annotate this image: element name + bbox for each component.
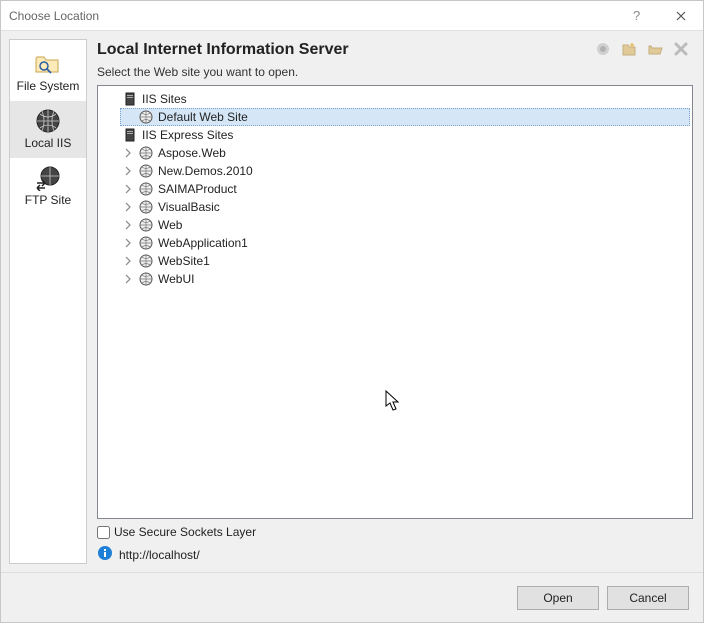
cancel-button[interactable]: Cancel bbox=[607, 586, 689, 610]
tree-node-iis-express-sites[interactable]: ▸ IIS Express Sites bbox=[104, 126, 690, 144]
dialog-window: Choose Location ? File System Local IIS bbox=[0, 0, 704, 623]
tree-node[interactable]: WebUI bbox=[120, 270, 690, 288]
chevron-right-icon[interactable] bbox=[122, 183, 134, 195]
chevron-right-icon[interactable] bbox=[122, 237, 134, 249]
sidebar-item-label: Local IIS bbox=[25, 137, 72, 150]
tree-node-label: Default Web Site bbox=[158, 108, 248, 126]
tree-node-iis-sites[interactable]: ▸ IIS Sites bbox=[104, 90, 690, 108]
chevron-right-icon[interactable] bbox=[122, 273, 134, 285]
titlebar: Choose Location ? bbox=[1, 1, 703, 31]
url-text: http://localhost/ bbox=[119, 548, 200, 562]
tree-node[interactable]: WebSite1 bbox=[120, 252, 690, 270]
main-title: Local Internet Information Server bbox=[97, 41, 349, 59]
sidebar-item-file-system[interactable]: File System bbox=[10, 44, 86, 101]
tree-node[interactable]: New.Demos.2010 bbox=[120, 162, 690, 180]
tree-node-label: Web bbox=[158, 216, 182, 234]
svg-text:?: ? bbox=[633, 9, 640, 23]
tree-node-label: IIS Express Sites bbox=[142, 126, 233, 144]
server-icon bbox=[122, 127, 138, 143]
open-folder-icon[interactable] bbox=[645, 39, 665, 59]
server-icon bbox=[122, 91, 138, 107]
tree-node-label: Aspose.Web bbox=[158, 144, 226, 162]
info-icon bbox=[97, 545, 113, 564]
dialog-body: File System Local IIS FTP Site Local Int… bbox=[1, 31, 703, 572]
chevron-right-icon[interactable] bbox=[122, 165, 134, 177]
globe-icon bbox=[138, 109, 154, 125]
sidebar-item-ftp-site[interactable]: FTP Site bbox=[10, 158, 86, 215]
chevron-right-icon[interactable] bbox=[122, 147, 134, 159]
tree-node[interactable]: SAIMAProduct bbox=[120, 180, 690, 198]
new-app-icon[interactable] bbox=[593, 39, 613, 59]
ssl-checkbox[interactable] bbox=[97, 526, 110, 539]
globe-grid-icon bbox=[34, 107, 62, 135]
sidebar-item-local-iis[interactable]: Local IIS bbox=[10, 101, 86, 158]
ssl-label: Use Secure Sockets Layer bbox=[114, 525, 256, 539]
tree-node-default-web-site[interactable]: ▸ Default Web Site bbox=[120, 108, 690, 126]
new-vdir-icon[interactable] bbox=[619, 39, 639, 59]
globe-icon bbox=[138, 271, 154, 287]
main-subtitle: Select the Web site you want to open. bbox=[97, 65, 693, 79]
ssl-checkbox-row[interactable]: Use Secure Sockets Layer bbox=[97, 525, 693, 539]
globe-icon bbox=[138, 253, 154, 269]
tree-node[interactable]: VisualBasic bbox=[120, 198, 690, 216]
toolbar bbox=[593, 39, 693, 59]
main-panel: Local Internet Information Server Select… bbox=[97, 39, 693, 564]
folder-search-icon bbox=[34, 50, 62, 78]
globe-icon bbox=[138, 145, 154, 161]
cancel-button-label: Cancel bbox=[629, 591, 666, 605]
globe-icon bbox=[138, 163, 154, 179]
tree-node-label: WebApplication1 bbox=[158, 234, 248, 252]
tree-node-label: SAIMAProduct bbox=[158, 180, 237, 198]
url-row: http://localhost/ bbox=[97, 545, 693, 564]
options-area: Use Secure Sockets Layer http://localhos… bbox=[97, 525, 693, 564]
open-button-label: Open bbox=[543, 591, 572, 605]
globe-icon bbox=[138, 181, 154, 197]
chevron-right-icon[interactable] bbox=[122, 201, 134, 213]
tree-node-label: WebSite1 bbox=[158, 252, 210, 270]
globe-arrows-icon bbox=[34, 164, 62, 192]
window-title: Choose Location bbox=[9, 9, 613, 23]
delete-icon[interactable] bbox=[671, 39, 691, 59]
tree-node-label: New.Demos.2010 bbox=[158, 162, 253, 180]
help-button[interactable]: ? bbox=[613, 1, 658, 31]
close-button[interactable] bbox=[658, 1, 703, 31]
globe-icon bbox=[138, 217, 154, 233]
sidebar-item-label: File System bbox=[17, 80, 80, 93]
tree-node-label: WebUI bbox=[158, 270, 194, 288]
sidebar-item-label: FTP Site bbox=[25, 194, 71, 207]
globe-icon bbox=[138, 199, 154, 215]
globe-icon bbox=[138, 235, 154, 251]
chevron-right-icon[interactable] bbox=[122, 219, 134, 231]
open-button[interactable]: Open bbox=[517, 586, 599, 610]
tree-node[interactable]: Web bbox=[120, 216, 690, 234]
tree-node-label: VisualBasic bbox=[158, 198, 220, 216]
chevron-right-icon[interactable] bbox=[122, 255, 134, 267]
site-tree[interactable]: ▸ IIS Sites ▸ Default Web Site bbox=[97, 85, 693, 519]
dialog-buttons: Open Cancel bbox=[1, 572, 703, 622]
location-sidebar: File System Local IIS FTP Site bbox=[9, 39, 87, 564]
tree-node[interactable]: Aspose.Web bbox=[120, 144, 690, 162]
tree-node[interactable]: WebApplication1 bbox=[120, 234, 690, 252]
tree-node-label: IIS Sites bbox=[142, 90, 187, 108]
